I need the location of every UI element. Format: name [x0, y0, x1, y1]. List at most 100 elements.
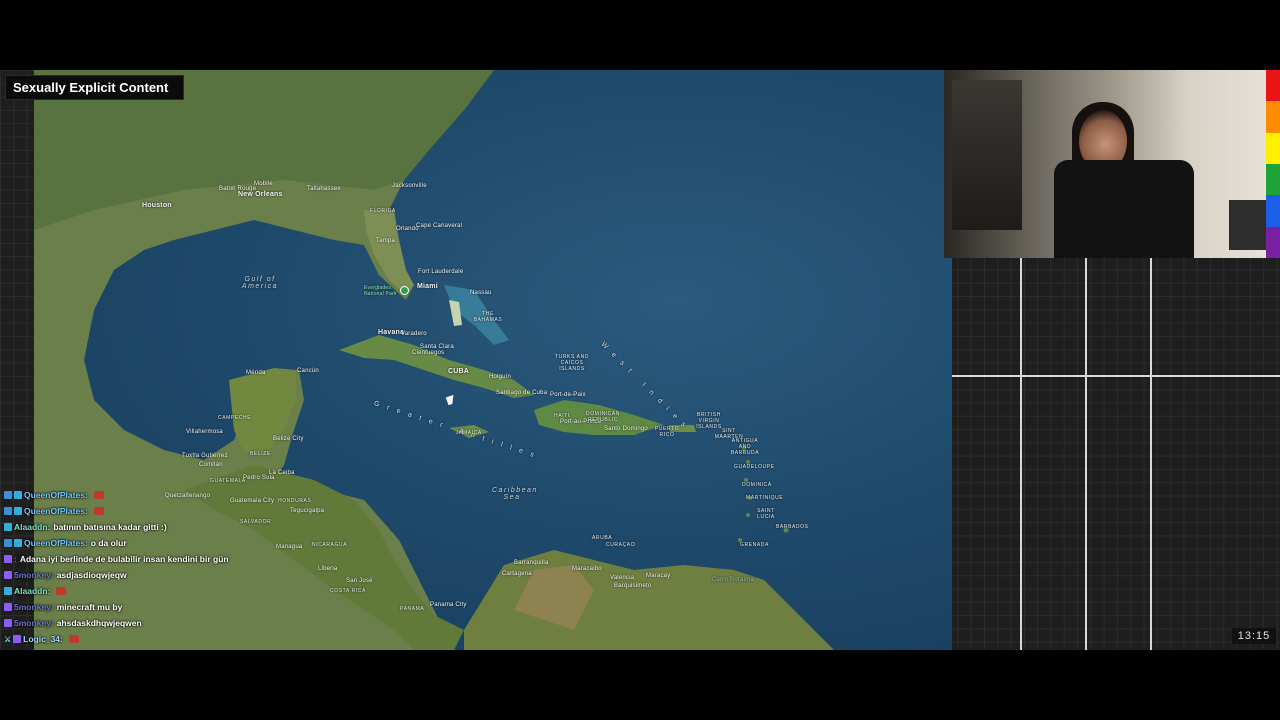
grid-line-major — [952, 375, 1280, 377]
chat-text: o da olur — [90, 538, 127, 548]
place-label: Santo Domingo — [604, 426, 648, 432]
place-label: NICARAGUA — [312, 542, 348, 548]
sub-badge-icon — [14, 507, 22, 515]
place-label: Cartagena — [502, 571, 532, 577]
mod-badge-icon — [4, 491, 12, 499]
place-label: Tallahassee — [307, 186, 341, 192]
place-label: BELIZE — [250, 451, 271, 457]
place-label: Valencia — [610, 575, 635, 581]
place-label: Miami — [417, 283, 438, 290]
mod-badge-icon — [4, 507, 12, 515]
place-label: Cienfuegos — [412, 350, 445, 356]
sea-label: Gulf of America — [241, 276, 279, 290]
vip-badge-icon — [4, 619, 12, 627]
chat-text: asdjasdioqwjeqw — [56, 570, 127, 580]
place-label: GUADELOUPE — [734, 464, 775, 470]
letterbox-bottom — [0, 650, 1280, 720]
place-label: PUERTO RICO — [654, 426, 680, 438]
mod-badge-icon — [4, 539, 12, 547]
place-label: Mérida — [246, 370, 266, 376]
chat-username: Alaaddn: — [14, 586, 51, 596]
place-label: Villahermosa — [186, 429, 223, 435]
chat-text: ahsdaskdhqwjeqwen — [56, 618, 142, 628]
chat-message: Alaaddn: batının batısına kadar gitti :) — [4, 519, 304, 535]
place-label: Tuxtla Gutiérrez — [182, 453, 228, 459]
rainbow-stripe — [1266, 195, 1280, 227]
chat-username: 5monkey: — [14, 602, 54, 612]
place-label: PANAMA — [400, 606, 425, 612]
emote-icon — [93, 491, 104, 499]
chat-username: Logic_34: — [23, 634, 63, 644]
chat-text: batının batısına kadar gitti :) — [53, 522, 167, 532]
sub-badge-icon — [14, 491, 22, 499]
chat-username: Alaaddn: — [14, 522, 51, 532]
emote-icon — [93, 507, 104, 515]
chat-text: Adana iyi berlinde de bulabilir insan ke… — [19, 554, 229, 564]
place-label: Port-de-Paix — [550, 392, 586, 398]
chat-username: : — [14, 554, 17, 564]
place-label: Panama City — [430, 602, 467, 608]
chat-username: 5monkey: — [14, 570, 54, 580]
clock: 13:15 — [1232, 628, 1276, 644]
chat-username: QueenOfPlates: — [24, 490, 88, 500]
place-label: Varadero — [401, 331, 427, 337]
letterbox-top — [0, 0, 1280, 70]
place-label: Barranquilla — [514, 560, 549, 566]
place-label: Mobile — [254, 181, 273, 187]
place-label: BARBADOS — [776, 524, 809, 530]
place-label: Maracaibo — [572, 566, 602, 572]
chat-message: QueenOfPlates: — [4, 503, 304, 519]
chat-message: 5monkey: minecraft mu by — [4, 599, 304, 615]
chat-overlay: QueenOfPlates: QueenOfPlates: Alaaddn: batı… — [4, 487, 304, 647]
place-label: Pedro Sula — [243, 475, 275, 481]
place-label: Liberia — [318, 566, 338, 572]
rainbow-stripe — [1266, 101, 1280, 133]
place-label: MARTINIQUE — [746, 495, 784, 501]
place-label: Cancún — [297, 368, 319, 374]
rainbow-stripe — [1266, 163, 1280, 196]
place-label: TURKS AND CAICOS ISLANDS — [554, 354, 590, 372]
place-label: Maracay — [646, 573, 671, 579]
rainbow-stripe — [1266, 132, 1280, 164]
chat-text: minecraft mu by — [56, 602, 123, 612]
sword-badge-icon: ⚔ — [4, 635, 12, 644]
rainbow-bar — [1266, 70, 1280, 258]
place-label: Fort Lauderdale — [418, 269, 464, 275]
content-warning-text: Sexually Explicit Content — [13, 80, 169, 95]
place-label: CUBA — [448, 368, 470, 375]
place-label: DOMINICAN REPUBLIC — [585, 411, 620, 423]
place-label: SAINT LUCIA — [757, 508, 775, 520]
place-label: Houston — [142, 202, 172, 209]
chat-message: Alaaddn: — [4, 583, 304, 599]
place-label: FLORIDA — [370, 208, 396, 214]
place-label: ARUBA — [592, 535, 613, 541]
place-label: Tampa — [376, 238, 396, 244]
webcam-background — [952, 80, 1022, 230]
place-label: THE BAHAMAS — [473, 311, 503, 323]
place-label: GUATEMALA — [210, 478, 246, 484]
chat-message: QueenOfPlates: o da olur — [4, 535, 304, 551]
place-label: Cerro Roraima — [712, 577, 754, 583]
webcam-shelf — [1229, 200, 1266, 250]
chat-message: QueenOfPlates: — [4, 487, 304, 503]
place-label: Jacksonville — [392, 183, 427, 189]
chat-message: ⚔ Logic_34: — [4, 631, 304, 647]
sub-badge-icon — [4, 587, 12, 595]
place-label: DOMINICA — [742, 482, 772, 488]
place-label: GRENADA — [740, 542, 769, 548]
place-label: Holguín — [489, 374, 512, 380]
content-warning-label: Sexually Explicit Content — [5, 75, 184, 100]
vip-badge-icon — [4, 603, 12, 611]
place-label: New Orleans — [238, 191, 283, 198]
webcam-feed — [944, 70, 1266, 258]
place-label: ANTIGUA AND BARBUDA — [730, 438, 760, 456]
chat-username: QueenOfPlates: — [24, 538, 88, 548]
emote-icon — [56, 587, 67, 595]
sub-badge-icon — [4, 523, 12, 531]
sub-badge-icon — [14, 539, 22, 547]
chat-message: 5monkey: ahsdaskdhqwjeqwen — [4, 615, 304, 631]
place-label: San José — [346, 578, 373, 584]
rainbow-stripe — [1266, 70, 1280, 102]
rainbow-stripe — [1266, 226, 1280, 258]
place-label: Comitán — [199, 462, 223, 468]
